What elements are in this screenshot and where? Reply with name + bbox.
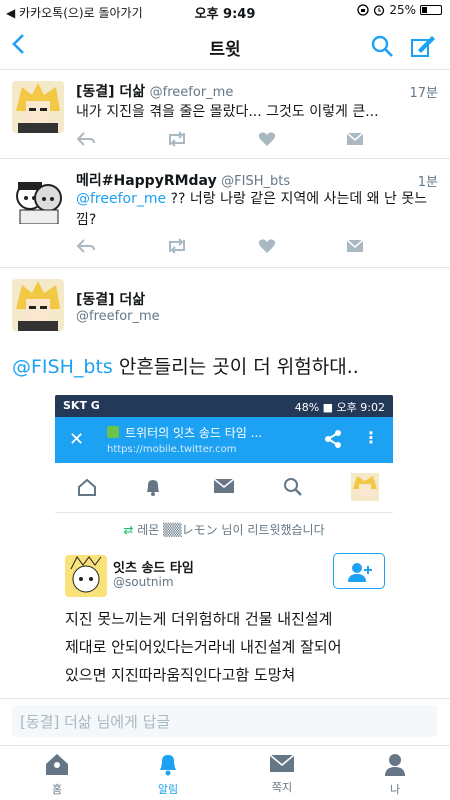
compose-icon[interactable] [410,34,436,62]
direct-message-icon[interactable] [346,131,364,147]
embedded-status-bar: SKT G 48% ■ 오후 9:02 [55,395,393,417]
mail-icon [269,754,295,772]
tweet-text-line2: 낌? [76,212,97,228]
tweet-time: 1분 [417,175,438,190]
battery-icon [420,5,442,15]
tweet-author-handle: @FISH_bts [221,174,291,189]
follow-button [333,553,385,589]
avatar[interactable] [12,81,64,133]
tab-label: 쪽지 [271,781,293,794]
tweet-text: @freefor_me ?? 너랑 나랑 같은 지역에 사는데 왜 난 못느 낌… [76,189,436,231]
tweet-item[interactable]: [동결] 더삶 @freefor_me 17분 내가 지진을 겪을 줄은 몰랐다… [0,71,450,159]
retweet-icon: ⇄ [123,523,138,537]
rotation-lock-icon [357,4,369,16]
like-icon[interactable] [258,238,276,254]
tab-bar: 홈 알림 쪽지 나 [0,745,450,800]
tab-label: 알림 [157,783,179,796]
embedded-page-title: 트위터의 잇츠 송드 타임 ... [125,426,263,440]
like-icon[interactable] [258,131,276,147]
reply-icon[interactable] [76,238,96,254]
embedded-tab-icons [55,463,393,513]
mention-link[interactable]: @freefor_me [76,191,166,207]
embedded-screenshot[interactable]: SKT G 48% ■ 오후 9:02 ✕ 트위터의 잇츠 송드 타임 ... … [55,395,393,695]
home-icon [46,754,68,775]
status-right: 25% [357,3,442,17]
search-icon[interactable] [370,34,394,62]
reply-bar: [동결] 더삶 님에게 답글 [0,698,450,744]
reply-input[interactable]: [동결] 더삶 님에게 답글 [12,705,437,737]
bell-icon [160,755,176,776]
tweet-author-name[interactable]: 메리#HappyRMday [76,173,217,189]
avatar [351,473,379,501]
main-tweet-author-handle: @freefor_me [76,309,160,324]
tab-notifications[interactable]: 알림 [133,752,203,797]
avatar[interactable] [12,279,64,331]
tweet-time: 17분 [409,86,438,101]
embedded-text-line: 있으면 지진따라움직인다고함 도망쳐 [65,666,296,684]
embedded-carrier: SKT G [63,399,100,412]
tweet-header: [동결] 더삶 @freefor_me [76,81,233,101]
embedded-tweet-text: 지진 못느끼는게 더위험하대 건물 내진설계 제대로 안되어있다는거라네 내진설… [65,605,379,689]
embedded-status-right: 48% ■ 오후 9:02 [294,401,385,414]
retweet-icon[interactable] [166,131,188,147]
home-icon [78,478,96,496]
status-bar: ◀ 카카오톡(으)로 돌아가기 오후 9:49 25% [0,0,450,22]
embedded-retweet-text: 레몬 ▒▒レモン 님이 리트윗했습니다 [137,523,325,537]
bell-icon [147,480,159,496]
embedded-url: https://mobile.twitter.com [107,444,237,455]
more-icon: ⋮ [363,428,379,447]
lock-icon [107,426,119,438]
tweet-text-line1: ?? 너랑 나랑 같은 지역에 사는데 왜 난 못느 [166,191,428,207]
tweet-author-name[interactable]: [동결] 더삶 [76,84,145,100]
tweet-actions [76,131,386,149]
main-tweet-text: @FISH_bts 안흔들리는 곳이 더 위험하대.. [12,352,359,379]
direct-message-icon[interactable] [346,238,364,254]
embedded-text-line: 지진 못느끼는게 더위험하대 건물 내진설계 [65,610,333,628]
embedded-text-line: 제대로 안되어있다는거라네 내진설계 잘되어 [65,638,342,656]
tab-profile[interactable]: 나 [360,752,430,797]
embedded-browser-bar: ✕ 트위터의 잇츠 송드 타임 ... https://mobile.twitt… [55,417,393,463]
mail-icon [213,478,235,493]
main-tweet-author-name[interactable]: [동결] 더삶 [76,289,145,309]
tweet-author-handle: @freefor_me [149,85,234,100]
embedded-user-handle: @soutnim [113,575,174,589]
avatar [65,555,107,597]
embedded-user-name: 잇츠 송드 타임 [113,561,194,576]
main-tweet-body: 안흔들리는 곳이 더 위험하대.. [112,356,359,378]
tweet-text: 내가 지진을 겪을 줄은 몰랐다... 그것도 이렇게 큰... [76,104,379,120]
share-icon [325,430,341,448]
tweet-actions [76,238,386,256]
mention-link[interactable]: @FISH_bts [12,356,113,378]
tweet-item[interactable]: 메리#HappyRMday @FISH_bts 1분 @freefor_me ?… [0,160,450,268]
tweet-header: 메리#HappyRMday @FISH_bts [76,170,290,190]
retweet-icon[interactable] [166,238,188,254]
tab-messages[interactable]: 쪽지 [247,752,317,795]
tab-label: 나 [389,783,401,796]
alarm-icon [374,5,385,16]
nav-bar: 트윗 [0,22,450,70]
close-icon: ✕ [69,429,85,450]
avatar[interactable] [12,172,64,224]
embedded-retweet-line: ⇄ 레몬 ▒▒レモン 님이 리트윗했습니다 [55,521,393,538]
reply-icon[interactable] [76,131,96,147]
tab-home[interactable]: 홈 [22,752,92,797]
add-user-icon [348,563,372,582]
profile-icon [385,754,405,776]
tab-label: 홈 [51,783,63,796]
search-icon [284,478,302,496]
battery-percent: 25% [389,3,416,17]
